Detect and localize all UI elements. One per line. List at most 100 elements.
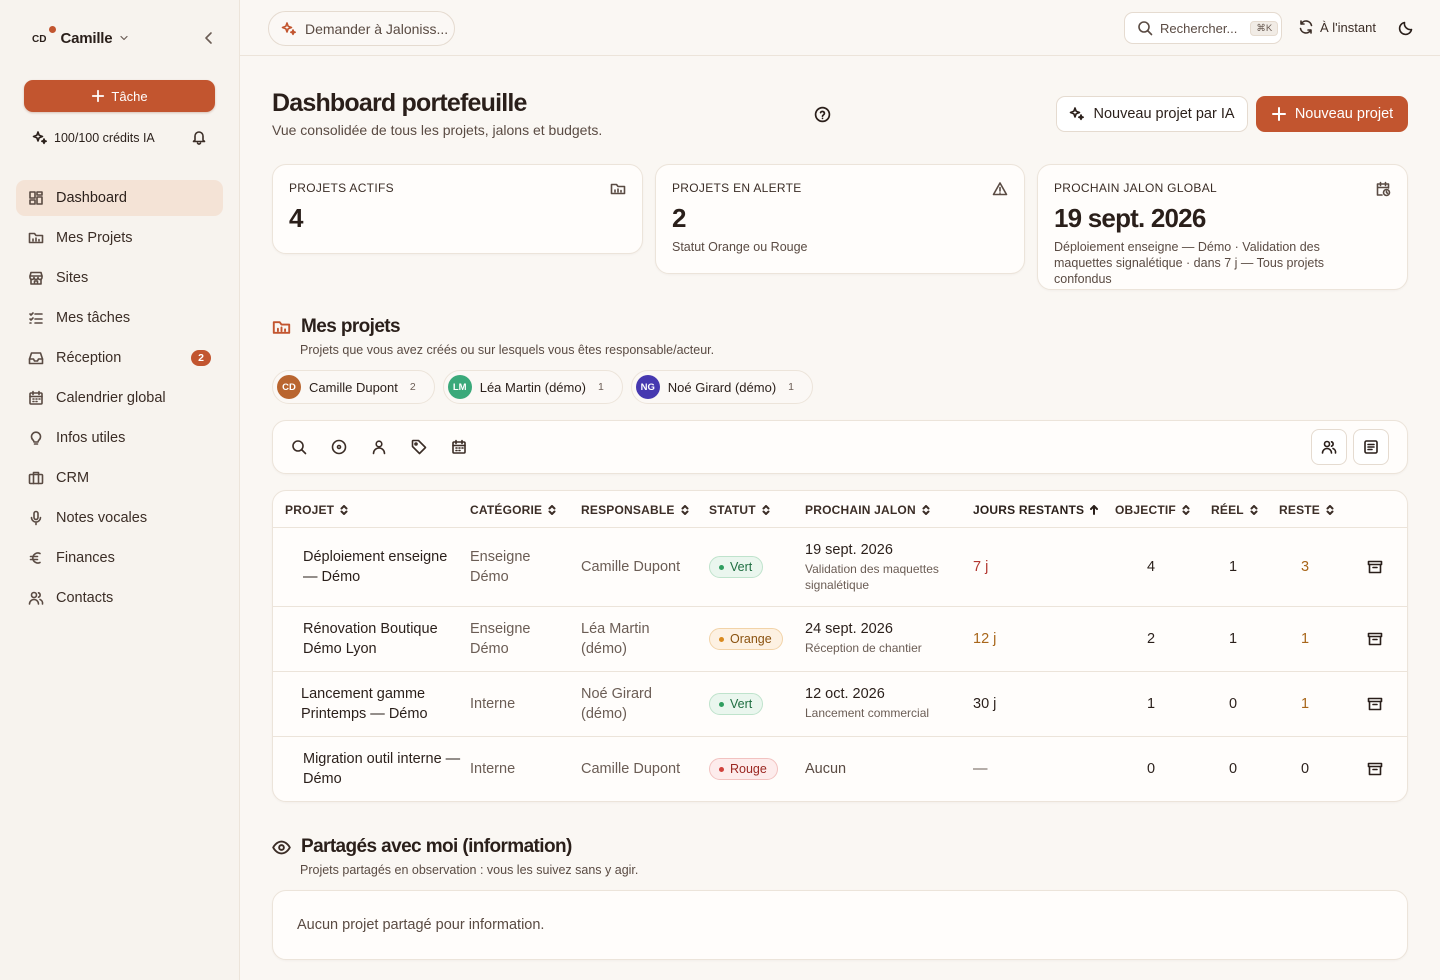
- cell-projet[interactable]: Rénovation Boutique Démo Lyon: [303, 619, 463, 659]
- sidebar-item-projects[interactable]: Mes Projets: [16, 220, 223, 256]
- search-icon[interactable]: [291, 439, 307, 455]
- sidebar-item-sites[interactable]: Sites: [16, 260, 223, 296]
- reception-badge: 2: [191, 350, 211, 366]
- list-check-icon: [29, 312, 43, 324]
- arrow-up-icon: [1090, 505, 1099, 515]
- col-reel[interactable]: Réel: [1211, 503, 1259, 517]
- cell-objectif: 0: [1146, 761, 1156, 777]
- sidebar-item-infos[interactable]: Infos utiles: [16, 420, 223, 456]
- shared-section-title: Partagés avec moi (information): [272, 836, 572, 858]
- person-filter-icon[interactable]: [371, 439, 387, 455]
- empty-message: Aucun projet partagé pour information.: [297, 917, 545, 933]
- cell-categorie: Interne: [470, 696, 516, 712]
- sort-icon: [681, 505, 689, 515]
- sync-status[interactable]: À l'instant: [1298, 19, 1376, 35]
- search-input[interactable]: Rechercher... ⌘K: [1124, 12, 1282, 44]
- stat-card-next-milestone: Prochain jalon global 19 sept. 2026 Dépl…: [1037, 164, 1408, 290]
- page-title: Dashboard portefeuille: [272, 89, 527, 117]
- topbar: Demander à Jaloniss... Rechercher... ⌘K …: [240, 0, 1440, 56]
- filter-toolbar: [272, 420, 1408, 474]
- status-badge: Rouge: [709, 758, 778, 780]
- col-jours[interactable]: Jours restants: [973, 503, 1099, 517]
- table-row[interactable]: Déploiement enseigne — Démo Enseigne Dém…: [273, 528, 1407, 607]
- tag-icon[interactable]: [411, 439, 427, 455]
- col-statut[interactable]: Statut: [709, 503, 771, 517]
- cell-jours: 12 j: [973, 631, 997, 647]
- owner-chip-camille[interactable]: CD Camille Dupont 2: [272, 370, 435, 404]
- projects-section-subtitle: Projets que vous avez créés ou sur lesqu…: [300, 343, 715, 357]
- new-project-button[interactable]: Nouveau projet: [1256, 96, 1408, 132]
- page-subtitle: Vue consolidée de tous les projets, jalo…: [272, 122, 603, 138]
- sidebar-item-tasks[interactable]: Mes tâches: [16, 300, 223, 336]
- col-responsable[interactable]: Responsable: [581, 503, 690, 517]
- inbox-icon: [28, 352, 44, 365]
- col-projet[interactable]: Projet: [285, 503, 349, 517]
- col-categorie[interactable]: Catégorie: [470, 503, 557, 517]
- status-dot: [719, 564, 724, 570]
- cell-projet[interactable]: Lancement gamme Printemps — Démo: [301, 684, 461, 724]
- cell-responsable: Noé Girard (démo): [581, 686, 652, 722]
- add-task-button[interactable]: Tâche: [24, 80, 215, 112]
- status-badge: Vert: [709, 556, 764, 578]
- sidebar-item-contacts[interactable]: Contacts: [16, 580, 223, 616]
- store-icon: [29, 271, 43, 285]
- owner-chip-noe[interactable]: NG Noé Girard (démo) 1: [630, 370, 813, 404]
- stat-sub: Statut Orange ou Rouge: [672, 240, 808, 254]
- plus-icon: [1271, 107, 1286, 121]
- projects-table: Projet Catégorie Responsable Statut Proc…: [272, 490, 1408, 802]
- new-ai-project-button[interactable]: Nouveau projet par IA: [1056, 96, 1248, 132]
- search-icon: [1138, 21, 1153, 36]
- eye-icon: [272, 840, 291, 854]
- help-icon[interactable]: [814, 106, 831, 123]
- avatar: CD: [277, 375, 301, 399]
- user-name: Camille: [60, 29, 113, 47]
- calendar-icon: [29, 390, 43, 405]
- sidebar: CD Camille Tâche 100/100 crédits IA Dash…: [0, 0, 240, 980]
- table-row[interactable]: Rénovation Boutique Démo Lyon Enseigne D…: [273, 607, 1407, 672]
- archive-icon[interactable]: [1367, 559, 1383, 575]
- archive-icon[interactable]: [1367, 761, 1383, 777]
- sort-icon: [922, 505, 930, 515]
- cell-categorie: Enseigne Démo: [470, 549, 531, 585]
- user-menu[interactable]: CD Camille: [32, 22, 217, 54]
- cell-jours: —: [973, 761, 988, 777]
- status-filter-icon[interactable]: [331, 439, 347, 455]
- cell-reel: 0: [1228, 696, 1238, 712]
- table-row[interactable]: Migration outil interne — Démo Interne C…: [273, 737, 1407, 801]
- col-objectif[interactable]: Objectif: [1115, 503, 1191, 517]
- table-row[interactable]: Lancement gamme Printemps — Démo Interne…: [273, 672, 1407, 737]
- owner-chip-lea[interactable]: LM Léa Martin (démo) 1: [442, 370, 623, 404]
- bell-icon[interactable]: [191, 129, 207, 145]
- sidebar-item-voice-notes[interactable]: Notes vocales: [16, 500, 223, 536]
- calendar-icon[interactable]: [451, 439, 467, 455]
- archive-icon[interactable]: [1367, 696, 1383, 712]
- cell-jalon: Aucun: [805, 761, 847, 777]
- users-icon: [1321, 440, 1337, 454]
- ask-ai-button[interactable]: Demander à Jaloniss...: [268, 11, 455, 46]
- moon-icon[interactable]: [1398, 20, 1414, 36]
- cell-projet[interactable]: Déploiement enseigne — Démo: [303, 547, 463, 587]
- shared-section-subtitle: Projets partagés en observation : vous l…: [300, 863, 639, 877]
- sort-icon: [762, 505, 770, 515]
- sidebar-item-reception[interactable]: Réception 2: [16, 340, 223, 376]
- sidebar-item-calendar[interactable]: Calendrier global: [16, 380, 223, 416]
- warning-icon: [992, 182, 1008, 196]
- archive-icon[interactable]: [1367, 631, 1383, 647]
- cell-jours: 7 j: [973, 559, 989, 575]
- sort-icon: [340, 505, 348, 515]
- cell-projet[interactable]: Migration outil interne — Démo: [303, 749, 463, 789]
- team-view-button[interactable]: [1311, 429, 1347, 465]
- sparkles-icon: [281, 21, 296, 35]
- list-view-button[interactable]: [1353, 429, 1389, 465]
- collapse-sidebar-icon[interactable]: [201, 30, 217, 46]
- col-reste[interactable]: Reste: [1279, 503, 1335, 517]
- online-dot: [49, 25, 56, 33]
- cell-responsable: Léa Martin (démo): [581, 621, 650, 657]
- sidebar-item-finances[interactable]: Finances: [16, 540, 223, 576]
- col-jalon[interactable]: Prochain jalon: [805, 503, 931, 517]
- stat-label: Projets actifs: [289, 181, 394, 195]
- sidebar-item-dashboard[interactable]: Dashboard: [16, 180, 223, 216]
- sidebar-item-crm[interactable]: CRM: [16, 460, 223, 496]
- cell-categorie: Enseigne Démo: [470, 621, 531, 657]
- stat-card-active: Projets actifs 4: [272, 164, 643, 254]
